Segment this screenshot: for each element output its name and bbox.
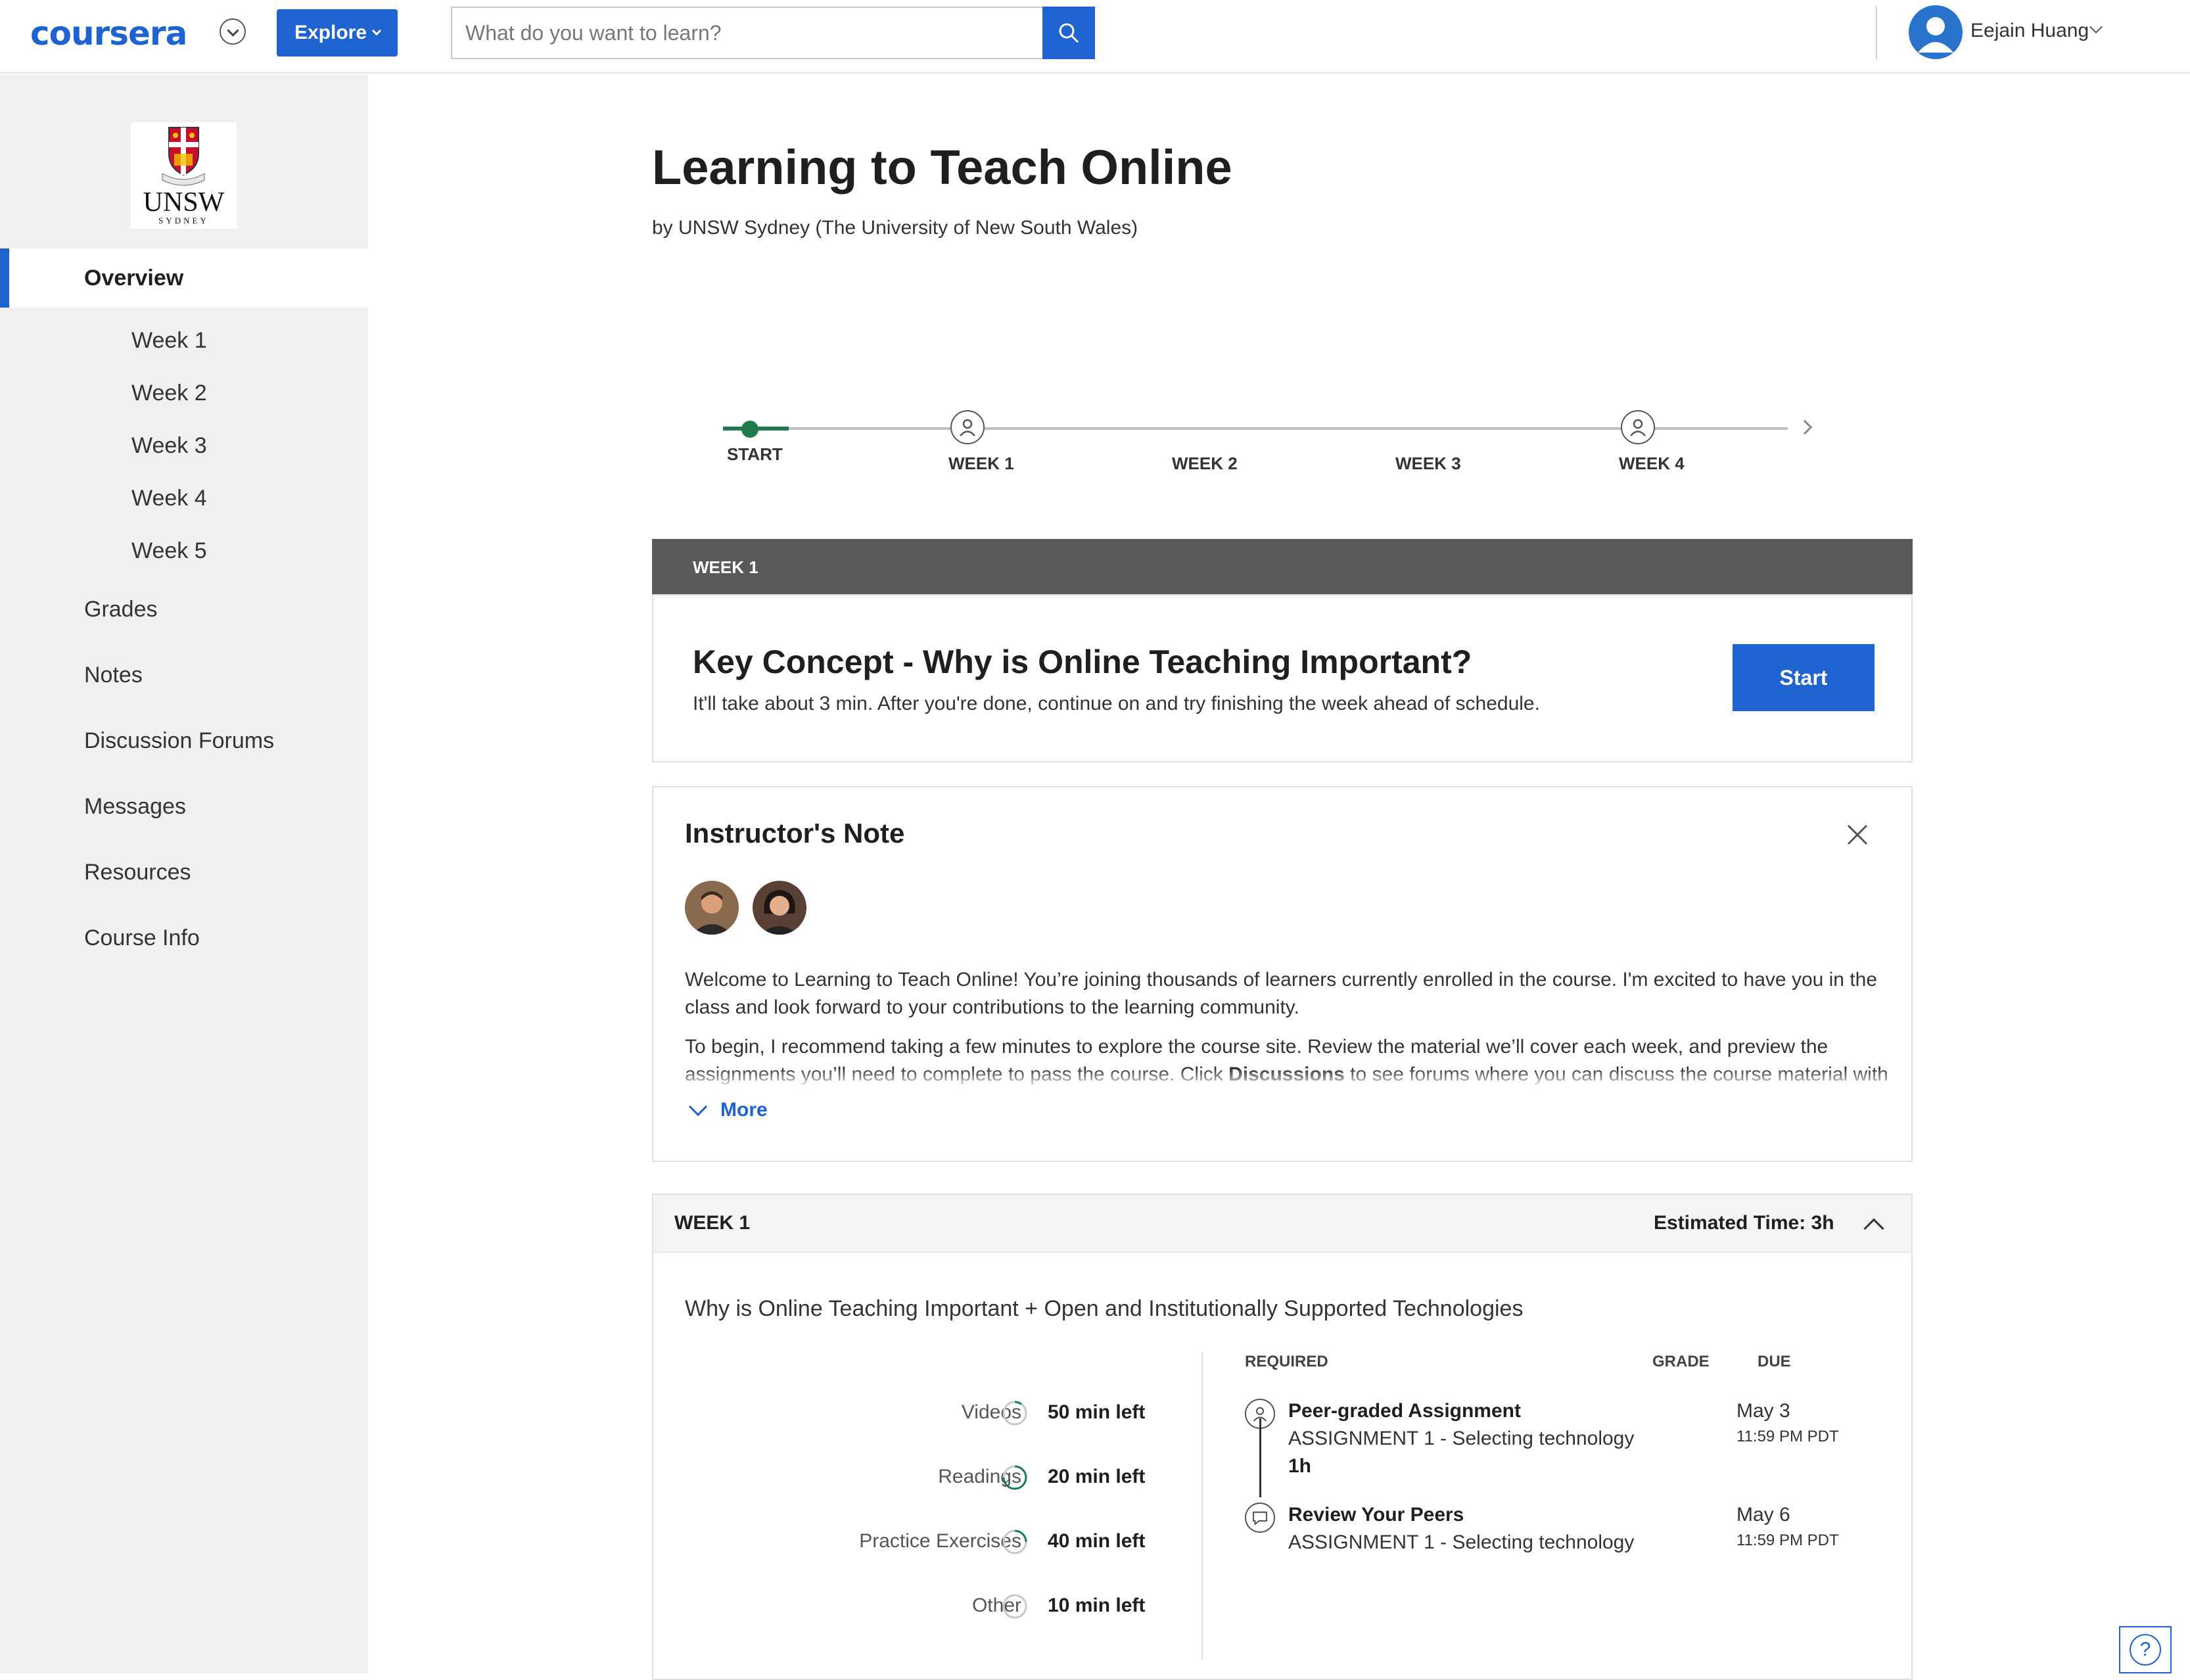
unsw-logo-subtext: SYDNEY bbox=[158, 216, 209, 225]
assignment-due-time: 11:59 PM PDT bbox=[1736, 1531, 1839, 1549]
timeline-next-arrow-icon[interactable] bbox=[1797, 419, 1813, 435]
week-4-assignment-icon[interactable] bbox=[1621, 410, 1655, 444]
help-button[interactable]: ? bbox=[2119, 1626, 2172, 1673]
user-menu-chevron-icon[interactable] bbox=[2089, 20, 2103, 34]
chevron-up-icon[interactable] bbox=[1863, 1218, 1884, 1239]
timeline-label-week-3[interactable]: WEEK 3 bbox=[1395, 454, 1461, 474]
course-title: Learning to Teach Online bbox=[652, 140, 1232, 195]
progress-ring-icon bbox=[1002, 1465, 1027, 1490]
search-icon bbox=[1059, 23, 1079, 43]
top-navigation-bar: coursera Explore Eejain Huang bbox=[0, 0, 2190, 74]
search-input[interactable] bbox=[451, 7, 1042, 59]
user-icon bbox=[1918, 17, 1953, 53]
review-peers-icon bbox=[1245, 1503, 1275, 1533]
instructor-note-card: Instructor's Note Welcome to Learning to… bbox=[652, 786, 1913, 1162]
instructor-note-title: Instructor's Note bbox=[685, 818, 905, 849]
instructor-avatar bbox=[753, 881, 806, 935]
start-button[interactable]: Start bbox=[1733, 644, 1875, 711]
more-label: More bbox=[720, 1099, 768, 1121]
course-timeline: START WEEK 1 WEEK 2 WEEK 3 WEEK 4 bbox=[723, 401, 1827, 480]
explore-button-label: Explore bbox=[294, 22, 367, 43]
peer-assignment-icon bbox=[960, 419, 975, 436]
sidebar-item-grades[interactable]: Grades bbox=[0, 580, 368, 639]
search-bar bbox=[451, 7, 1095, 59]
instructor-photo-icon bbox=[753, 881, 806, 935]
assignment-due-date: May 6 bbox=[1736, 1504, 1790, 1526]
sidebar-item-course-info[interactable]: Course Info bbox=[0, 908, 368, 968]
sidebar-item-week-2[interactable]: Week 2 bbox=[0, 367, 368, 419]
timeline-label-week-2[interactable]: WEEK 2 bbox=[1172, 454, 1238, 474]
sidebar-item-notes[interactable]: Notes bbox=[0, 645, 368, 705]
sidebar-item-week-3[interactable]: Week 3 bbox=[0, 419, 368, 472]
timeline-label-week-4[interactable]: WEEK 4 bbox=[1619, 454, 1685, 474]
stat-value-other: 10 min left bbox=[1048, 1595, 1146, 1616]
text-fade-overlay bbox=[685, 1069, 1894, 1088]
sidebar-item-week-5[interactable]: Week 5 bbox=[0, 525, 368, 577]
instructor-note-paragraph-1: Welcome to Learning to Teach Online! You… bbox=[685, 969, 1878, 1018]
nav-divider bbox=[1876, 7, 1877, 59]
week-section-label: WEEK 1 bbox=[674, 1212, 751, 1234]
close-icon[interactable] bbox=[1844, 822, 1871, 848]
timeline-label-start: START bbox=[727, 444, 783, 464]
sidebar-item-discussion-forums[interactable]: Discussion Forums bbox=[0, 711, 368, 770]
stat-value-readings: 20 min left bbox=[1048, 1466, 1146, 1487]
column-header-grade: GRADE bbox=[1652, 1353, 1710, 1370]
chevron-down-icon bbox=[688, 1097, 708, 1117]
column-header-due: DUE bbox=[1758, 1353, 1791, 1370]
assignment-subtitle[interactable]: ASSIGNMENT 1 - Selecting technology bbox=[1288, 1531, 1634, 1554]
assignment-title[interactable]: Peer-graded Assignment bbox=[1288, 1400, 1521, 1422]
explore-button[interactable]: Explore bbox=[277, 9, 398, 57]
search-button[interactable] bbox=[1042, 7, 1095, 59]
assignment-due-date: May 3 bbox=[1736, 1400, 1790, 1422]
logo-dropdown-chevron-icon[interactable] bbox=[220, 18, 246, 45]
instructor-avatar bbox=[685, 881, 739, 935]
section-divider bbox=[1201, 1351, 1203, 1660]
timeline-label-week-1[interactable]: WEEK 1 bbox=[948, 454, 1014, 474]
estimated-time: Estimated Time: 3h bbox=[1654, 1212, 1834, 1234]
next-item-week-header: WEEK 1 bbox=[652, 539, 1913, 595]
stat-value-videos: 50 min left bbox=[1048, 1401, 1146, 1423]
unsw-logo[interactable]: UNSW SYDNEY bbox=[131, 122, 237, 229]
next-item-description: It'll take about 3 min. After you're don… bbox=[693, 693, 1540, 714]
week-1-assignment-icon[interactable] bbox=[950, 410, 985, 444]
course-sidebar: UNSW SYDNEY Overview Week 1 Week 2 Week … bbox=[0, 75, 368, 1673]
assignment-connector-line bbox=[1259, 1418, 1261, 1497]
sidebar-item-messages[interactable]: Messages bbox=[0, 777, 368, 836]
stat-label-other: Other bbox=[971, 1595, 1021, 1616]
week-section-header[interactable]: WEEK 1 Estimated Time: 3h bbox=[653, 1195, 1911, 1253]
user-avatar[interactable] bbox=[1909, 5, 1963, 59]
next-item-title[interactable]: Key Concept - Why is Online Teaching Imp… bbox=[693, 643, 1472, 681]
coursera-logo[interactable]: coursera bbox=[30, 14, 187, 53]
week-topic-title[interactable]: Why is Online Teaching Important + Open … bbox=[685, 1296, 1523, 1322]
chat-bubble-icon bbox=[1252, 1511, 1268, 1526]
help-icon: ? bbox=[2130, 1634, 2161, 1666]
assignment-subtitle[interactable]: ASSIGNMENT 1 - Selecting technology bbox=[1288, 1428, 1634, 1450]
sidebar-item-overview[interactable]: Overview bbox=[0, 248, 368, 308]
sidebar-item-resources[interactable]: Resources bbox=[0, 843, 368, 902]
chevron-down-icon bbox=[371, 26, 382, 36]
progress-ring-icon bbox=[1002, 1529, 1027, 1554]
assignment-due-time: 11:59 PM PDT bbox=[1736, 1428, 1839, 1445]
stat-value-practice-exercises: 40 min left bbox=[1048, 1530, 1146, 1552]
unsw-logo-text: UNSW bbox=[143, 187, 225, 218]
stat-label-videos: Videos bbox=[961, 1401, 1021, 1423]
week-1-section: WEEK 1 Estimated Time: 3h Why is Online … bbox=[652, 1194, 1913, 1680]
instructor-photo-icon bbox=[685, 881, 739, 935]
user-name[interactable]: Eejain Huang bbox=[1970, 20, 2089, 42]
more-button[interactable]: More bbox=[685, 1097, 768, 1121]
progress-ring-icon bbox=[1002, 1594, 1027, 1619]
peer-assignment-icon bbox=[1630, 419, 1646, 436]
column-header-required: REQUIRED bbox=[1245, 1353, 1328, 1370]
stat-label-readings: Readings bbox=[938, 1466, 1021, 1487]
stat-label-practice-exercises: Practice Exercises bbox=[859, 1530, 1021, 1552]
sidebar-item-week-4[interactable]: Week 4 bbox=[0, 472, 368, 525]
assignment-duration: 1h bbox=[1288, 1455, 1312, 1477]
sidebar-item-week-1[interactable]: Week 1 bbox=[0, 314, 368, 367]
course-subtitle: by UNSW Sydney (The University of New So… bbox=[652, 217, 1138, 239]
assignment-title[interactable]: Review Your Peers bbox=[1288, 1504, 1464, 1526]
progress-ring-icon bbox=[1002, 1401, 1027, 1426]
timeline-current-dot bbox=[741, 421, 758, 438]
next-item-card: Key Concept - Why is Online Teaching Imp… bbox=[652, 594, 1913, 762]
